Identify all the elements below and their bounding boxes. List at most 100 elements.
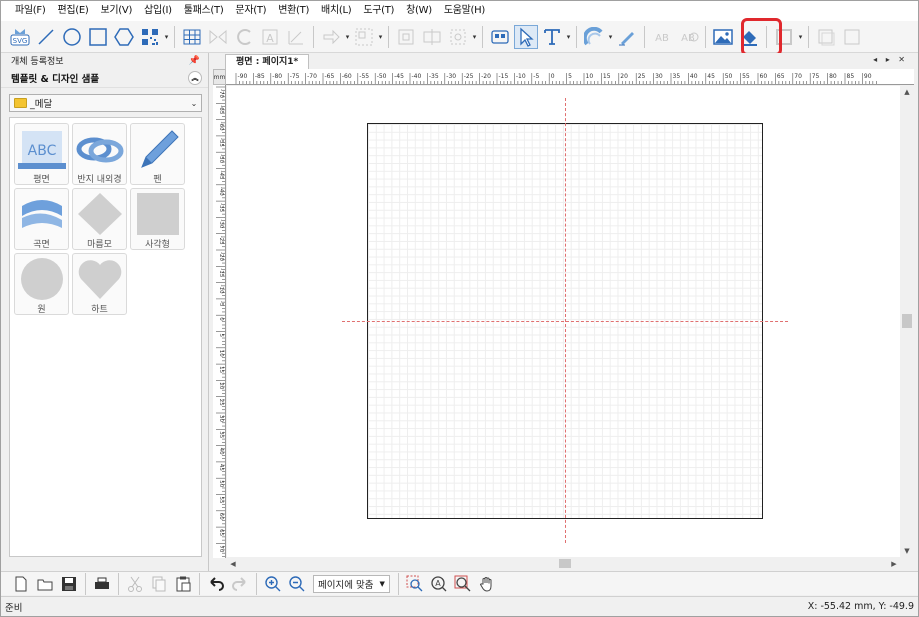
redo-arrow-icon bbox=[232, 576, 246, 591]
main-toolbar: SVG ▾ A ▾ ▾ ▾ ▾ ▾ AB AB ▾ bbox=[1, 21, 918, 53]
distribute-button[interactable] bbox=[446, 25, 470, 49]
table-tool-button[interactable] bbox=[180, 25, 204, 49]
save-file-button[interactable] bbox=[58, 573, 80, 595]
template-flat[interactable]: ABC 평면 bbox=[14, 123, 69, 185]
redo-button[interactable] bbox=[229, 573, 251, 595]
zoom-in-button[interactable] bbox=[262, 573, 284, 595]
template-pen[interactable]: 펜 bbox=[130, 123, 185, 185]
weld-button[interactable] bbox=[232, 25, 256, 49]
group-icon bbox=[355, 28, 373, 45]
text-circle-button[interactable]: AB bbox=[676, 25, 700, 49]
group-button[interactable] bbox=[352, 25, 376, 49]
node-edit-button[interactable] bbox=[488, 25, 512, 49]
new-file-button[interactable] bbox=[10, 573, 32, 595]
distribute-icon bbox=[450, 29, 466, 44]
distribute-dropdown-caret[interactable]: ▾ bbox=[471, 33, 478, 41]
tab-scroll-arrows-icon[interactable]: ◂ ▸ ✕ bbox=[873, 55, 908, 64]
document-tab[interactable]: 평면 : 페이지1* bbox=[225, 54, 310, 69]
ellipse-tool-button[interactable] bbox=[60, 25, 84, 49]
line-tool-button[interactable] bbox=[34, 25, 58, 49]
zoom-level-select[interactable]: 페이지에 맞춤 ▼ bbox=[313, 574, 390, 593]
rectangle-tool-button[interactable] bbox=[86, 25, 110, 49]
pin-icon[interactable]: 📌 bbox=[189, 56, 200, 66]
dimension-button[interactable] bbox=[284, 25, 308, 49]
scroll-right-icon[interactable]: ▶ bbox=[888, 557, 900, 570]
zoom-selection-button[interactable] bbox=[404, 573, 426, 595]
scroll-up-icon[interactable]: ▲ bbox=[900, 86, 914, 98]
menu-insert[interactable]: 삽입(I) bbox=[138, 1, 178, 21]
text-tool-button[interactable] bbox=[540, 25, 564, 49]
polygon-tool-button[interactable] bbox=[112, 25, 136, 49]
import-svg-button[interactable]: SVG bbox=[8, 25, 32, 49]
template-square[interactable]: 사각형 bbox=[130, 188, 185, 250]
menu-arrange[interactable]: 배치(L) bbox=[315, 1, 357, 21]
text-dropdown-caret[interactable]: ▾ bbox=[565, 33, 572, 41]
frame-button[interactable] bbox=[772, 25, 796, 49]
template-circle[interactable]: 원 bbox=[14, 253, 69, 315]
align-center-button[interactable] bbox=[420, 25, 444, 49]
open-file-button[interactable] bbox=[34, 573, 56, 595]
zoom-out-button[interactable] bbox=[286, 573, 308, 595]
ruler-unit-corner[interactable]: mm bbox=[213, 69, 226, 85]
menu-view[interactable]: 보기(V) bbox=[95, 1, 139, 21]
toolbar-divider bbox=[705, 25, 706, 48]
template-diamond[interactable]: 마름모 bbox=[72, 188, 127, 250]
arrow-shape-button[interactable] bbox=[319, 25, 343, 49]
scroll-left-icon[interactable]: ◀ bbox=[227, 557, 239, 570]
vertical-scrollbar[interactable]: ▲ ▼ bbox=[900, 86, 914, 557]
scroll-down-icon[interactable]: ▼ bbox=[900, 545, 914, 557]
ruler-label: -20 bbox=[218, 252, 224, 261]
pan-hand-button[interactable] bbox=[476, 573, 498, 595]
zoom-all-button[interactable]: A bbox=[428, 573, 450, 595]
ruler-label: 55 bbox=[218, 497, 224, 504]
group-dropdown-caret[interactable]: ▾ bbox=[377, 33, 384, 41]
frame-icon bbox=[776, 28, 792, 45]
paste-button[interactable] bbox=[172, 573, 194, 595]
text-on-path-button[interactable] bbox=[615, 25, 639, 49]
ruler-label: 25 bbox=[218, 399, 224, 406]
ruler-label: 15 bbox=[603, 73, 611, 80]
qr-dropdown-caret[interactable]: ▾ bbox=[163, 33, 170, 41]
menu-text[interactable]: 문자(T) bbox=[229, 1, 272, 21]
align-left-button[interactable] bbox=[394, 25, 418, 49]
menu-toolpath[interactable]: 툴패스(T) bbox=[178, 1, 230, 21]
curve-text-button[interactable] bbox=[582, 25, 606, 49]
menu-tools[interactable]: 도구(T) bbox=[357, 1, 400, 21]
collapse-up-icon[interactable]: ︽ bbox=[188, 70, 202, 85]
ruler-label: -5 bbox=[218, 301, 224, 307]
vertical-scroll-thumb[interactable] bbox=[902, 314, 912, 328]
zoom-page-button[interactable] bbox=[452, 573, 474, 595]
menu-file[interactable]: 파일(F) bbox=[9, 1, 51, 21]
ruler-label: 0 bbox=[551, 73, 555, 80]
fill-button[interactable] bbox=[737, 25, 761, 49]
menu-help[interactable]: 도움말(H) bbox=[438, 1, 491, 21]
undo-button[interactable] bbox=[205, 573, 227, 595]
horizontal-scroll-thumb[interactable] bbox=[559, 559, 571, 568]
text-outline-button[interactable]: AB bbox=[650, 25, 674, 49]
ruler-label: -50 bbox=[218, 154, 224, 163]
menu-transform[interactable]: 변환(T) bbox=[272, 1, 315, 21]
mirror-button[interactable] bbox=[206, 25, 230, 49]
menu-window[interactable]: 창(W) bbox=[400, 1, 438, 21]
template-ring[interactable]: 반지 내외경 bbox=[72, 123, 127, 185]
print-button[interactable] bbox=[91, 573, 113, 595]
frame-dropdown-caret[interactable]: ▾ bbox=[797, 33, 804, 41]
shadow-button[interactable] bbox=[814, 25, 838, 49]
cut-button[interactable] bbox=[124, 573, 146, 595]
curve-text-dropdown-caret[interactable]: ▾ bbox=[607, 33, 614, 41]
template-heart[interactable]: 하트 bbox=[72, 253, 127, 315]
border-button[interactable] bbox=[840, 25, 864, 49]
toolbar-divider bbox=[644, 25, 645, 48]
new-file-icon bbox=[15, 576, 27, 591]
text-frame-button[interactable]: A bbox=[258, 25, 282, 49]
template-curved[interactable]: 곡면 bbox=[14, 188, 69, 250]
select-tool-button[interactable] bbox=[514, 24, 538, 49]
insert-image-button[interactable] bbox=[711, 25, 735, 49]
menu-edit[interactable]: 편집(E) bbox=[51, 1, 94, 21]
copy-button[interactable] bbox=[148, 573, 170, 595]
design-canvas[interactable] bbox=[227, 86, 900, 557]
horizontal-scrollbar[interactable]: ◀ ▶ bbox=[227, 557, 900, 570]
arrow-dropdown-caret[interactable]: ▾ bbox=[344, 33, 351, 41]
template-category-select[interactable]: _메달 ⌄ bbox=[9, 94, 202, 112]
qr-code-button[interactable] bbox=[138, 25, 162, 49]
